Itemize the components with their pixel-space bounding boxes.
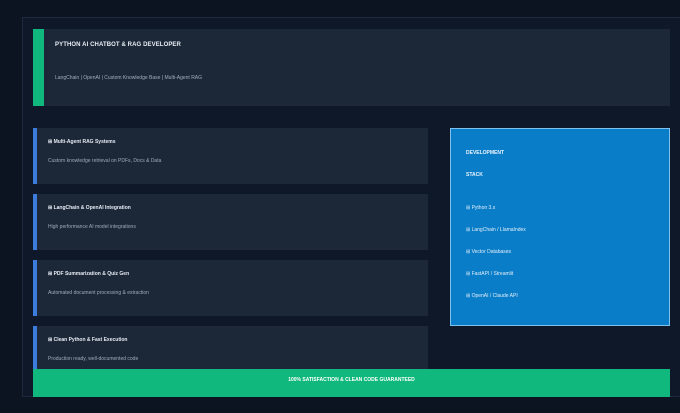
feature-description: Custom knowledge retrieval on PDFs, Docs… [48, 158, 162, 164]
feature-accent-bar [33, 260, 37, 316]
feature-card-multi-agent-rag: ⊞ Multi-Agent RAG Systems Custom knowled… [33, 128, 428, 184]
stack-item-openai-claude: ⊞ OpenAI / Claude API [466, 293, 518, 299]
header-accent-bar [33, 29, 44, 106]
feature-description: High performance AI model integrations [48, 224, 136, 230]
feature-card-langchain-openai: ⊞ LangChain & OpenAI Integration High pe… [33, 194, 428, 250]
feature-accent-bar [33, 128, 37, 184]
feature-card-pdf-summarization: ⊞ PDF Summarization & Quiz Gen Automated… [33, 260, 428, 316]
feature-title: ⊞ Multi-Agent RAG Systems [48, 139, 116, 145]
page-subtitle: LangChain | OpenAI | Custom Knowledge Ba… [55, 75, 203, 81]
feature-description: Automated document processing & extracti… [48, 290, 149, 296]
guarantee-banner: 100% SATISFACTION & CLEAN CODE GUARANTEE… [33, 369, 670, 397]
feature-title: ⊞ Clean Python & Fast Execution [48, 337, 128, 343]
feature-accent-bar [33, 326, 37, 374]
stack-heading-line2: STACK [466, 172, 483, 178]
feature-title: ⊞ PDF Summarization & Quiz Gen [48, 271, 130, 277]
stack-item-python: ⊞ Python 3.x [466, 205, 496, 211]
feature-description: Production ready, well-documented code [48, 356, 139, 362]
page-title: PYTHON AI CHATBOT & RAG DEVELOPER [55, 42, 181, 48]
stack-item-vector-databases: ⊞ Vector Databases [466, 249, 512, 255]
feature-title: ⊞ LangChain & OpenAI Integration [48, 205, 131, 211]
feature-card-clean-python: ⊞ Clean Python & Fast Execution Producti… [33, 326, 428, 374]
stack-item-fastapi: ⊞ FastAPI / Streamlit [466, 271, 514, 277]
feature-accent-bar [33, 194, 37, 250]
header-card: PYTHON AI CHATBOT & RAG DEVELOPER LangCh… [33, 29, 670, 106]
stack-item-langchain: ⊞ LangChain / LlamaIndex [466, 227, 526, 233]
development-stack-card: DEVELOPMENT STACK ⊞ Python 3.x ⊞ LangCha… [450, 128, 670, 326]
stack-heading-line1: DEVELOPMENT [466, 150, 505, 156]
